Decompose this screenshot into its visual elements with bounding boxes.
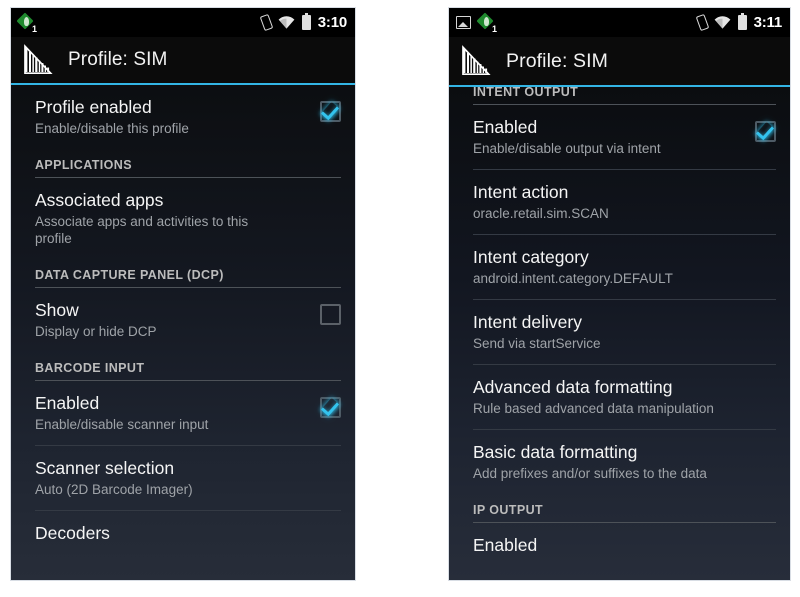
section-header-ip-output: IP OUTPUT: [473, 503, 544, 517]
pref-summary: android.intent.category.DEFAULT: [473, 271, 673, 286]
status-bar-right-icons: 3:11: [695, 12, 783, 32]
action-bar-left: Profile: SIM: [11, 37, 355, 85]
pref-widget[interactable]: [320, 393, 341, 418]
status-bar-left-icons: 1: [16, 12, 37, 34]
action-bar-title: Profile: SIM: [68, 49, 168, 70]
pref-summary: Associate apps and activities to this pr…: [35, 214, 249, 246]
preference-list-right[interactable]: INTENT OUTPUT Enabled Enable/disable out…: [449, 87, 790, 580]
pref-intent-action[interactable]: Intent action oracle.retail.sim.SCAN: [449, 170, 790, 234]
pref-intent-category[interactable]: Intent category android.intent.category.…: [449, 235, 790, 299]
section-header-barcode-input: BARCODE INPUT: [35, 361, 145, 375]
notification-badge-count: 1: [491, 23, 497, 34]
pref-intent-enabled[interactable]: Enabled Enable/disable output via intent: [449, 105, 790, 169]
pref-summary: Enable/disable this profile: [35, 121, 189, 136]
pref-widget[interactable]: [755, 117, 776, 142]
pref-text: Advanced data formatting Rule based adva…: [473, 377, 776, 417]
pref-scanner-selection[interactable]: Scanner selection Auto (2D Barcode Image…: [11, 446, 355, 510]
preference-list-left[interactable]: Profile enabled Enable/disable this prof…: [11, 85, 355, 580]
pref-summary: Rule based advanced data manipulation: [473, 401, 714, 416]
pref-summary: Enable/disable scanner input: [35, 417, 209, 432]
pref-text: Enabled Enable/disable scanner input: [35, 393, 308, 433]
pref-summary: Enable/disable output via intent: [473, 141, 661, 156]
screenshot-canvas: 1 3:10 Profile: SIM Profile enabled Enab…: [0, 0, 800, 597]
screenshot-icon: [456, 16, 471, 29]
pref-text: Basic data formatting Add prefixes and/o…: [473, 442, 776, 482]
pref-title: Enabled: [473, 117, 538, 137]
status-bar-right-icons: 3:10: [259, 12, 347, 32]
pref-title: Enabled: [35, 393, 100, 413]
pref-barcode-enabled[interactable]: Enabled Enable/disable scanner input: [11, 381, 355, 445]
pref-decoders[interactable]: Decoders: [11, 511, 355, 557]
pref-associated-apps[interactable]: Associated apps Associate apps and activ…: [11, 178, 355, 259]
pref-intent-delivery[interactable]: Intent delivery Send via startService: [449, 300, 790, 364]
wifi-icon: [714, 16, 731, 29]
checkbox-intent-enabled[interactable]: [755, 121, 776, 142]
pref-title: Intent category: [473, 247, 589, 267]
phone-screenshot-left: 1 3:10 Profile: SIM Profile enabled Enab…: [11, 8, 355, 580]
status-bar-clock: 3:11: [753, 13, 783, 31]
pref-title: Advanced data formatting: [473, 377, 673, 397]
action-bar-right: Profile: SIM: [449, 37, 790, 87]
pref-basic-data-formatting[interactable]: Basic data formatting Add prefixes and/o…: [449, 430, 790, 494]
pref-text: Enabled Enable/disable output via intent: [473, 117, 743, 157]
pref-text: Intent delivery Send via startService: [473, 312, 776, 352]
vibrate-icon: [259, 13, 274, 32]
pref-text: Decoders: [35, 523, 341, 544]
pref-text: Intent category android.intent.category.…: [473, 247, 776, 287]
pref-summary: oracle.retail.sim.SCAN: [473, 206, 609, 221]
status-bar-left-icons: 1: [456, 12, 497, 34]
barcode-app-icon: [459, 44, 493, 78]
checkbox-show-dcp[interactable]: [320, 304, 341, 325]
profile-notification-icon: 1: [476, 12, 497, 34]
action-bar-title: Profile: SIM: [506, 49, 608, 72]
vibrate-icon: [695, 13, 709, 32]
profile-notification-icon: 1: [16, 12, 37, 34]
pref-title: Intent action: [473, 182, 569, 202]
pref-text: Profile enabled Enable/disable this prof…: [35, 97, 308, 137]
checkbox-profile-enabled[interactable]: [320, 101, 341, 122]
pref-title: Decoders: [35, 523, 110, 543]
section-header-applications: APPLICATIONS: [35, 158, 132, 172]
pref-text: Show Display or hide DCP: [35, 300, 308, 340]
pref-title: Scanner selection: [35, 458, 175, 478]
phone-screenshot-right: 1 3:11 Profile: SIM INTENT OUTPUT Enable…: [449, 8, 790, 580]
pref-title: Basic data formatting: [473, 442, 638, 462]
checkbox-barcode-enabled[interactable]: [320, 397, 341, 418]
notification-badge-count: 1: [31, 23, 37, 34]
barcode-app-icon: [21, 43, 55, 77]
pref-ip-enabled[interactable]: Enabled: [449, 523, 790, 569]
pref-title: Enabled: [473, 535, 538, 555]
pref-title: Associated apps: [35, 190, 164, 210]
pref-summary: Send via startService: [473, 336, 601, 351]
pref-show-dcp[interactable]: Show Display or hide DCP: [11, 288, 355, 352]
pref-summary: Add prefixes and/or suffixes to the data: [473, 466, 707, 481]
wifi-icon: [278, 16, 295, 29]
pref-text: Associated apps Associate apps and activ…: [35, 190, 341, 247]
pref-widget[interactable]: [320, 97, 341, 122]
pref-text: Scanner selection Auto (2D Barcode Image…: [35, 458, 341, 498]
pref-title: Intent delivery: [473, 312, 582, 332]
pref-title: Profile enabled: [35, 97, 152, 117]
pref-text: Intent action oracle.retail.sim.SCAN: [473, 182, 776, 222]
battery-icon: [737, 12, 747, 30]
pref-advanced-data-formatting[interactable]: Advanced data formatting Rule based adva…: [449, 365, 790, 429]
status-bar-left: 1 3:10: [11, 8, 355, 37]
pref-widget[interactable]: [320, 300, 341, 325]
pref-profile-enabled[interactable]: Profile enabled Enable/disable this prof…: [11, 85, 355, 149]
pref-text: Enabled: [473, 535, 776, 556]
pref-summary: Auto (2D Barcode Imager): [35, 482, 193, 497]
status-bar-clock: 3:10: [317, 13, 347, 31]
status-bar-right: 1 3:11: [449, 8, 790, 37]
battery-icon: [301, 12, 311, 30]
pref-summary: Display or hide DCP: [35, 324, 157, 339]
pref-title: Show: [35, 300, 79, 320]
section-header-data-capture-panel: DATA CAPTURE PANEL (DCP): [35, 268, 224, 282]
section-header-intent-output: INTENT OUTPUT: [473, 87, 579, 99]
